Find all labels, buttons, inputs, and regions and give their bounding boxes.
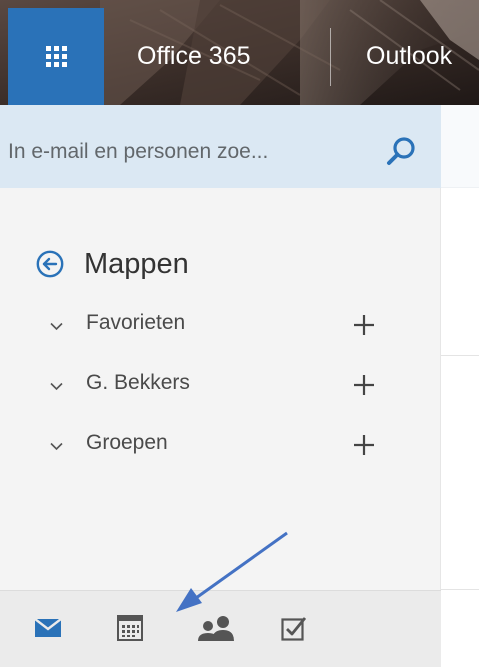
plus-icon[interactable] [353, 374, 375, 396]
app-launcher-button[interactable] [8, 8, 104, 105]
folder-group-label: Favorieten [86, 311, 186, 334]
folder-pane: Mappen Favorieten G. Bekkers [0, 105, 441, 667]
folder-group-label: Groepen [86, 431, 168, 454]
chevron-down-icon[interactable] [50, 322, 63, 331]
folders-header[interactable]: Mappen [36, 247, 189, 281]
message-list-divider [441, 589, 479, 590]
module-switcher [0, 590, 441, 667]
message-list-divider [441, 355, 479, 356]
folder-group-g-bekkers[interactable]: G. Bekkers [44, 368, 389, 408]
header-divider [330, 28, 331, 86]
top-header: Office 365 Outlook [0, 0, 479, 105]
app-launcher-icon [45, 46, 67, 67]
search-icon[interactable] [384, 135, 418, 169]
folders-title: Mappen [84, 248, 189, 280]
chevron-down-icon[interactable] [50, 442, 63, 451]
outlook-web-window: Office 365 Outlook Mappen Favorieten [0, 0, 479, 667]
brand-link[interactable]: Office 365 [137, 41, 251, 71]
mail-icon[interactable] [35, 619, 61, 637]
app-name-link[interactable]: Outlook [366, 41, 452, 71]
calendar-icon[interactable] [117, 615, 143, 641]
plus-icon[interactable] [353, 314, 375, 336]
chevron-down-icon[interactable] [50, 382, 63, 391]
search-input[interactable] [8, 135, 370, 169]
folder-group-label: G. Bekkers [86, 371, 190, 394]
folder-group-groepen[interactable]: Groepen [44, 428, 389, 468]
people-icon[interactable] [196, 615, 236, 641]
search-bar [0, 105, 441, 188]
folder-group-favorieten[interactable]: Favorieten [44, 308, 389, 348]
plus-icon[interactable] [353, 434, 375, 456]
reading-pane-header [441, 105, 479, 188]
back-arrow-circle-icon[interactable] [36, 250, 64, 278]
tasks-checkbox-icon[interactable] [281, 615, 307, 641]
